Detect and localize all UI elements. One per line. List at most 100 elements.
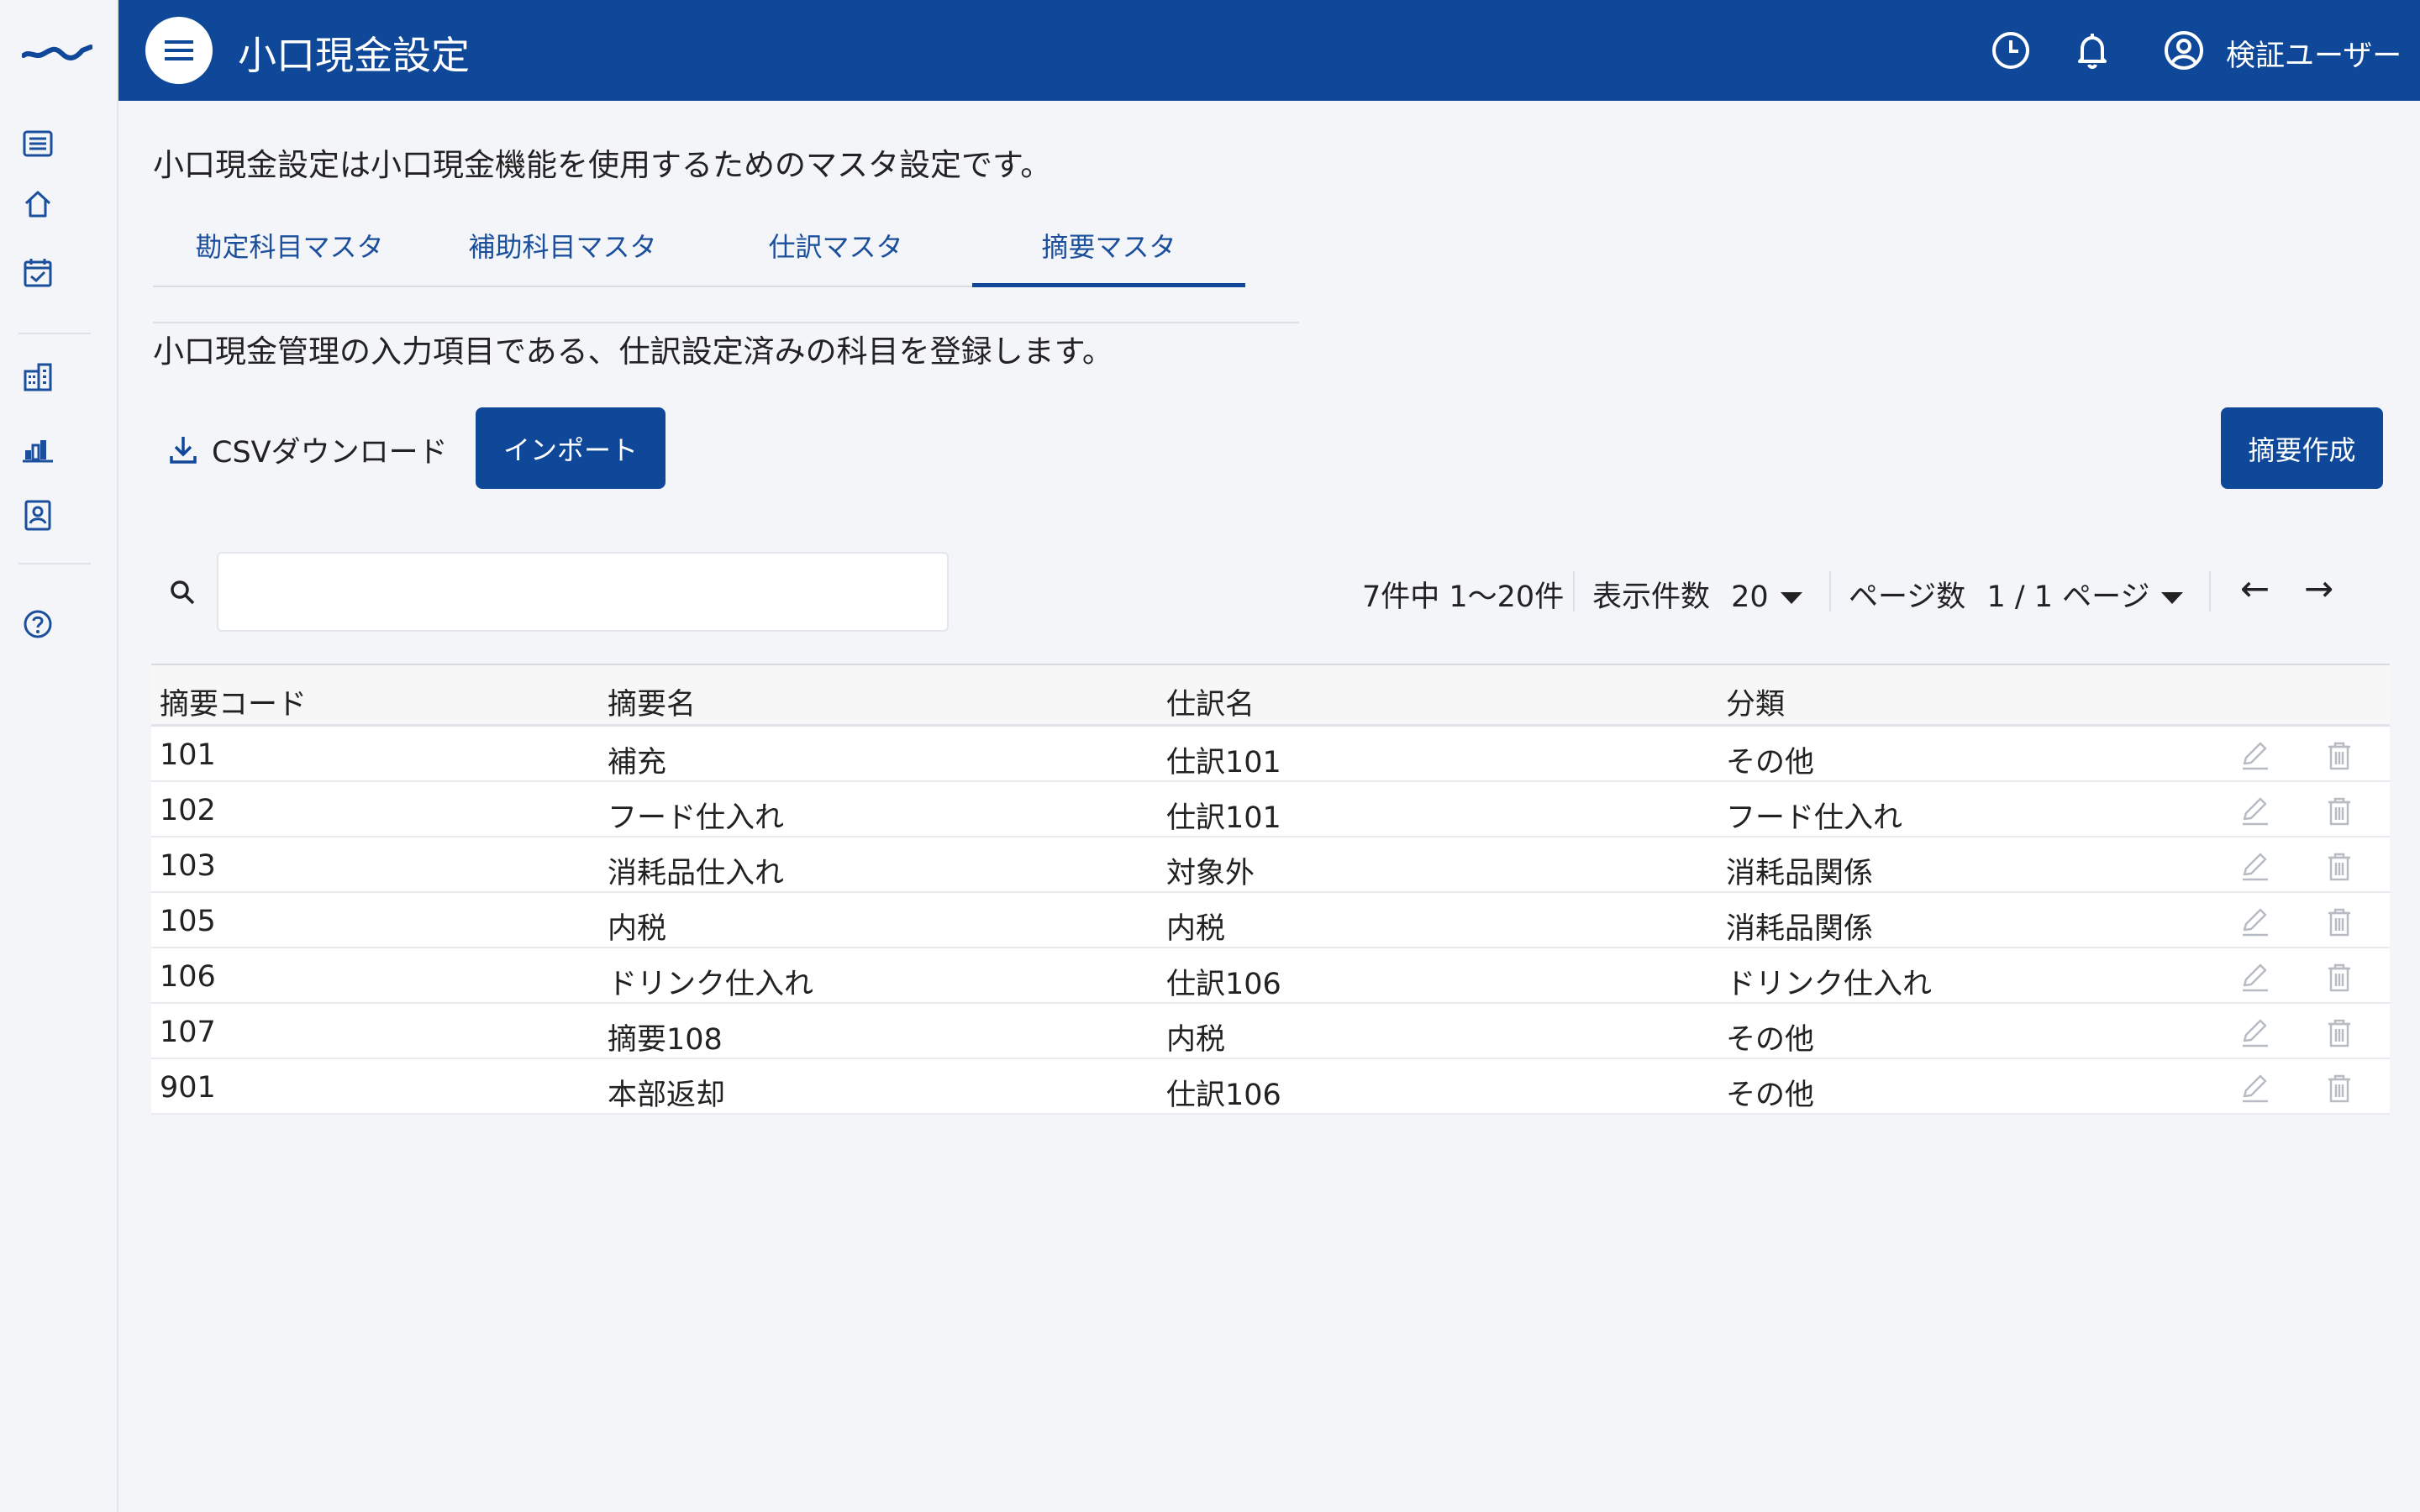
- cell-code: 105: [160, 905, 216, 938]
- cell-category: 消耗品関係: [1726, 857, 1874, 890]
- page-title: 小口現金設定: [238, 33, 470, 78]
- cell-category: その他: [1726, 1023, 1815, 1057]
- tab-sub-account-master[interactable]: 補助科目マスタ: [426, 220, 699, 287]
- col-header-name[interactable]: 摘要名: [608, 680, 696, 723]
- col-header-journal[interactable]: 仕訳名: [1166, 680, 1255, 723]
- cell-name: フード仕入れ: [608, 801, 785, 835]
- create-summary-button[interactable]: 摘要作成: [2221, 407, 2383, 489]
- contact-badge-icon[interactable]: [20, 497, 55, 533]
- next-page-button[interactable]: →: [2304, 568, 2333, 609]
- table-row[interactable]: 106 ドリンク仕入れ 仕訳106 ドリンク仕入れ: [151, 948, 2390, 1004]
- cell-name: 摘要108: [608, 1023, 723, 1057]
- delete-trash-icon[interactable]: [2323, 1071, 2356, 1105]
- table-row[interactable]: 103 消耗品仕入れ 対象外 消耗品関係: [151, 837, 2390, 893]
- section-divider: [153, 322, 1299, 323]
- sidebar-divider: [18, 333, 91, 334]
- master-tabs: 勘定科目マスタ 補助科目マスタ 仕訳マスタ 摘要マスタ: [153, 220, 1245, 287]
- table-row[interactable]: 102 フード仕入れ 仕訳101 フード仕入れ: [151, 782, 2390, 837]
- table-row[interactable]: 107 摘要108 内税 その他: [151, 1004, 2390, 1059]
- tab-account-master[interactable]: 勘定科目マスタ: [153, 220, 426, 287]
- cell-journal: 仕訳106: [1166, 968, 1281, 1001]
- edit-pencil-icon[interactable]: [2238, 960, 2271, 994]
- cell-name: 補充: [608, 746, 667, 780]
- list-icon[interactable]: [20, 126, 55, 161]
- cell-category: 消耗品関係: [1726, 912, 1874, 946]
- cell-code: 106: [160, 960, 216, 994]
- edit-pencil-icon[interactable]: [2238, 794, 2271, 827]
- bell-icon[interactable]: [2070, 29, 2114, 72]
- csv-download-button[interactable]: CSVダウンロード: [166, 424, 448, 475]
- search-icon: [171, 580, 195, 605]
- delete-trash-icon[interactable]: [2323, 849, 2356, 883]
- sidebar-divider: [18, 563, 91, 564]
- per-page-label: 表示件数: [1592, 580, 1711, 614]
- table-header: 摘要コード 摘要名 仕訳名 分類: [151, 664, 2390, 727]
- page-intro: 小口現金設定は小口現金機能を使用するためのマスタ設定です。: [153, 147, 1052, 183]
- import-button[interactable]: インポート: [476, 407, 666, 489]
- brand-logo[interactable]: [22, 37, 92, 62]
- delete-trash-icon[interactable]: [2323, 1016, 2356, 1049]
- hamburger-icon: [165, 40, 193, 60]
- csv-download-label: CSVダウンロード: [212, 435, 448, 470]
- cell-code: 107: [160, 1016, 216, 1049]
- help-icon[interactable]: [20, 606, 55, 642]
- menu-button[interactable]: [145, 17, 213, 84]
- edit-pencil-icon[interactable]: [2238, 1071, 2271, 1105]
- delete-trash-icon[interactable]: [2323, 794, 2356, 827]
- user-avatar-icon[interactable]: [2162, 29, 2206, 72]
- cell-code: 101: [160, 738, 216, 772]
- cell-code: 103: [160, 849, 216, 883]
- cell-name: 本部返却: [608, 1079, 726, 1112]
- page-label: ページ数: [1849, 580, 1966, 614]
- table-row[interactable]: 105 内税 内税 消耗品関係: [151, 893, 2390, 948]
- download-icon: [170, 437, 197, 464]
- cell-category: フード仕入れ: [1726, 801, 1903, 835]
- section-description: 小口現金管理の入力項目である、仕訳設定済みの科目を登録します。: [153, 333, 1113, 370]
- pager-divider: [1829, 571, 1831, 612]
- cell-category: ドリンク仕入れ: [1726, 968, 1933, 1001]
- result-summary: 7件中 1〜20件: [1362, 580, 1565, 614]
- cell-journal: 仕訳101: [1166, 746, 1281, 780]
- edit-pencil-icon[interactable]: [2238, 1016, 2271, 1049]
- col-header-code[interactable]: 摘要コード: [160, 680, 307, 723]
- edit-pencil-icon[interactable]: [2238, 849, 2271, 883]
- cell-journal: 内税: [1166, 1023, 1226, 1057]
- cell-journal: 対象外: [1166, 857, 1255, 890]
- col-header-category[interactable]: 分類: [1726, 680, 1785, 723]
- caret-down-icon: [2161, 592, 2184, 604]
- page-value: 1 / 1 ページ: [1986, 580, 2150, 614]
- cell-code: 102: [160, 794, 216, 827]
- per-page-select[interactable]: 表示件数 20: [1592, 573, 1802, 616]
- pager-divider: [1573, 571, 1575, 612]
- table-row[interactable]: 101 補充 仕訳101 その他: [151, 727, 2390, 782]
- cell-journal: 仕訳106: [1166, 1079, 1281, 1112]
- delete-trash-icon[interactable]: [2323, 905, 2356, 938]
- table-body: 101 補充 仕訳101 その他 102 フード仕入れ 仕訳101 フード仕入れ 103 消耗品仕…: [151, 727, 2390, 1115]
- page-select[interactable]: ページ数 1 / 1 ページ: [1849, 573, 2184, 616]
- bar-chart-icon[interactable]: [20, 430, 55, 465]
- user-name[interactable]: 検証ユーザー: [2226, 32, 2402, 75]
- calendar-check-icon[interactable]: [20, 255, 55, 291]
- cell-name: 内税: [608, 912, 667, 946]
- tab-journal-master[interactable]: 仕訳マスタ: [699, 220, 972, 287]
- cell-category: その他: [1726, 746, 1815, 780]
- cell-code: 901: [160, 1071, 216, 1105]
- cell-journal: 仕訳101: [1166, 801, 1281, 835]
- delete-trash-icon[interactable]: [2323, 738, 2356, 772]
- tab-summary-master[interactable]: 摘要マスタ: [972, 220, 1245, 287]
- search-input[interactable]: [217, 552, 949, 632]
- delete-trash-icon[interactable]: [2323, 960, 2356, 994]
- sidebar: [0, 0, 118, 1512]
- history-clock-icon[interactable]: [1989, 29, 2033, 72]
- edit-pencil-icon[interactable]: [2238, 738, 2271, 772]
- per-page-value: 20: [1731, 580, 1769, 614]
- prev-page-button[interactable]: ←: [2240, 568, 2270, 609]
- table-row[interactable]: 901 本部返却 仕訳106 その他: [151, 1059, 2390, 1115]
- summary-table: 摘要コード 摘要名 仕訳名 分類 101 補充 仕訳101 その他 102 フード仕入れ仕…: [151, 664, 2390, 1115]
- edit-pencil-icon[interactable]: [2238, 905, 2271, 938]
- cell-name: 消耗品仕入れ: [608, 857, 785, 890]
- app-header: 小口現金設定 検証ユーザー: [118, 0, 2420, 101]
- home-icon[interactable]: [20, 186, 55, 222]
- pager-divider: [2209, 571, 2211, 612]
- building-icon[interactable]: [20, 360, 55, 395]
